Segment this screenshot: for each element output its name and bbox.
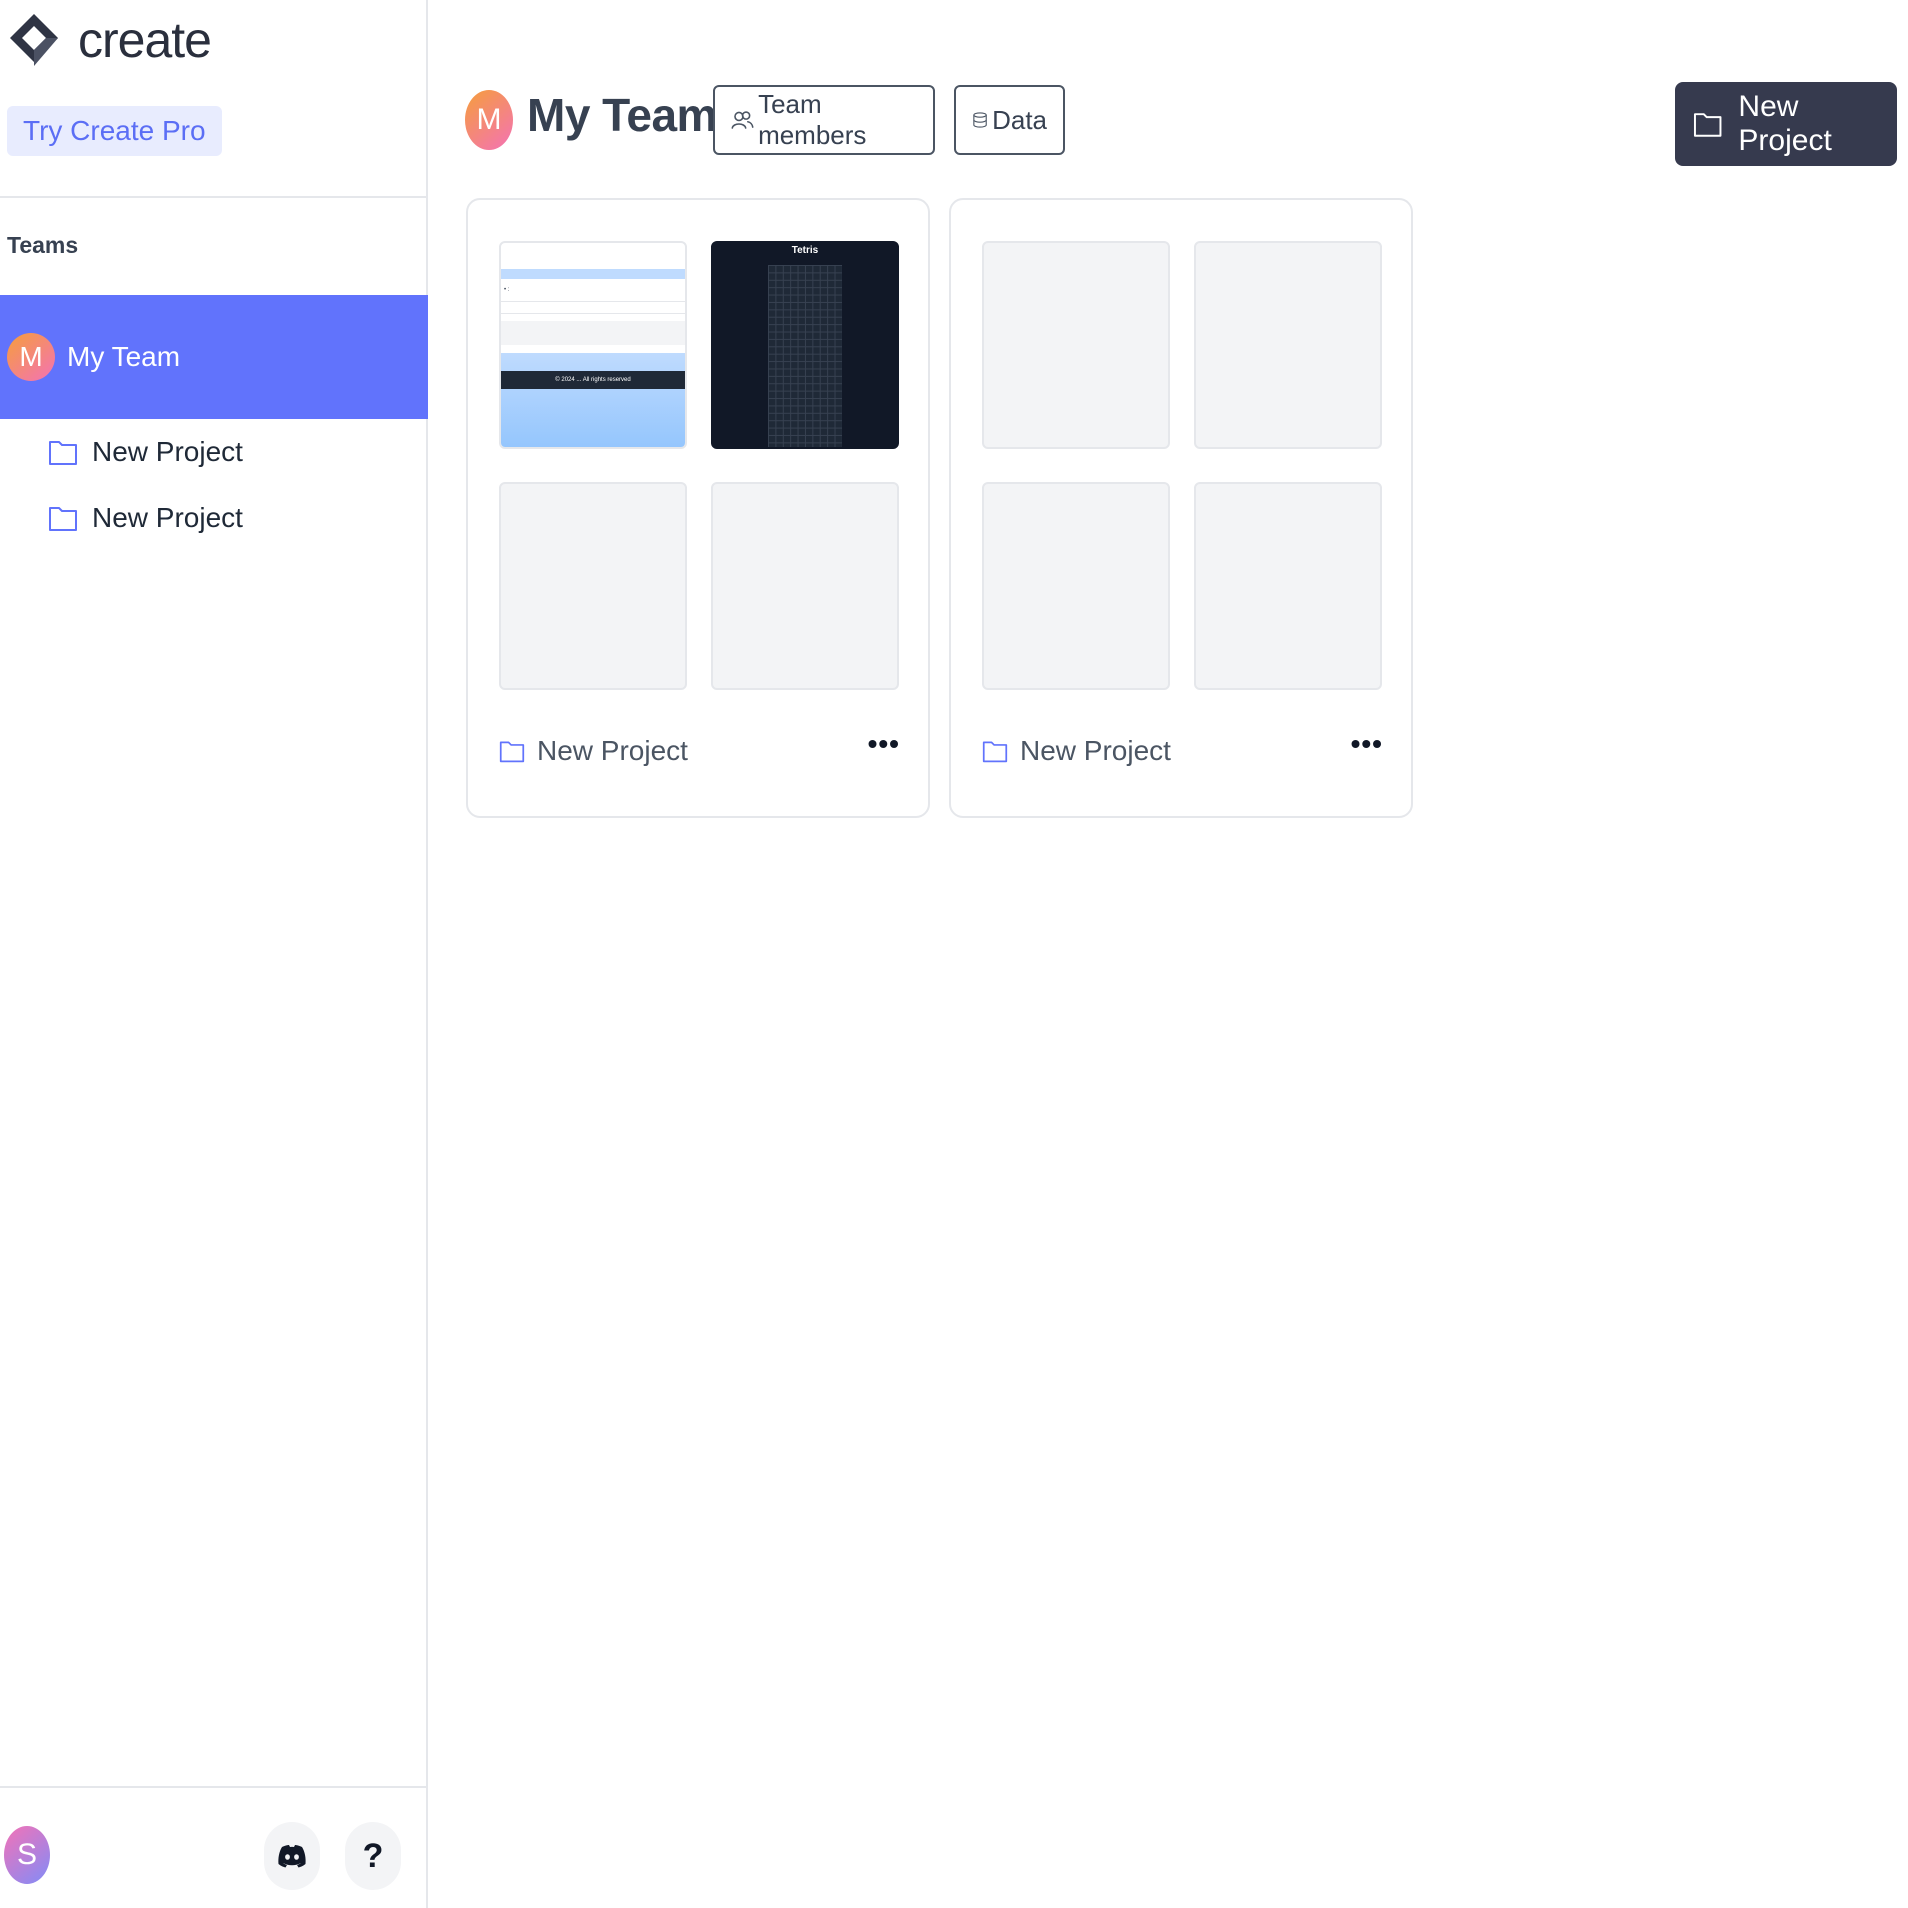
sidebar-item-my-team[interactable]: M My Team	[0, 295, 428, 419]
new-project-button[interactable]: New Project	[1675, 82, 1897, 166]
logo-icon	[10, 14, 58, 66]
preview-title: Tetris	[791, 245, 819, 256]
sidebar-project-item[interactable]: New Project	[48, 432, 243, 472]
brand-logo[interactable]: create	[6, 10, 212, 70]
team-avatar: M	[7, 333, 55, 381]
project-card[interactable]: New Project •••	[949, 198, 1413, 818]
discord-icon	[278, 1845, 306, 1868]
sidebar-project-label: New Project	[92, 502, 243, 533]
preview-section	[501, 321, 685, 345]
team-members-button[interactable]: Team members	[713, 85, 935, 155]
card-footer: New Project •••	[499, 730, 900, 768]
folder-icon	[982, 741, 1008, 763]
try-pro-button[interactable]: Try Create Pro	[7, 106, 222, 156]
sidebar-project-item[interactable]: New Project	[48, 498, 243, 538]
page-title: My Team	[527, 89, 717, 141]
project-preview-placeholder	[982, 482, 1170, 690]
project-preview-placeholder	[982, 241, 1170, 449]
project-preview-tetris[interactable]: Tetris	[711, 241, 899, 449]
team-members-label: Team members	[758, 89, 867, 150]
project-preview-placeholder	[1194, 482, 1382, 690]
user-avatar[interactable]: S	[4, 1826, 50, 1884]
database-icon	[973, 112, 987, 128]
more-icon[interactable]: •••	[1351, 730, 1383, 768]
data-button[interactable]: Data	[954, 85, 1065, 155]
preview-text: • :	[504, 287, 510, 293]
team-label: My Team	[67, 341, 181, 372]
preview-hero	[501, 353, 685, 447]
project-preview-website[interactable]: • : © 2024 ... All rights reserved	[499, 241, 687, 449]
project-preview-placeholder	[499, 482, 687, 690]
project-preview-placeholder	[1194, 241, 1382, 449]
header-team-avatar: M	[465, 90, 513, 150]
sidebar-footer-divider	[0, 1786, 428, 1788]
preview-footer: © 2024 ... All rights reserved	[501, 371, 685, 389]
project-card[interactable]: • : © 2024 ... All rights reserved Tetri…	[466, 198, 930, 818]
more-icon[interactable]: •••	[868, 730, 900, 768]
preview-divider	[501, 301, 685, 302]
folder-icon	[1693, 113, 1722, 137]
project-name[interactable]: New Project	[537, 735, 688, 767]
new-project-label: New Project	[1738, 90, 1832, 157]
discord-button[interactable]	[264, 1822, 320, 1890]
folder-icon	[49, 441, 77, 465]
data-label: Data	[992, 104, 1047, 135]
sidebar: create Try Create Pro Teams M My Team Ne…	[0, 0, 428, 1908]
card-footer: New Project •••	[982, 730, 1383, 768]
preview-nav-bar	[501, 269, 685, 279]
brand-name: create	[78, 12, 212, 68]
folder-icon	[49, 507, 77, 531]
help-button[interactable]: ?	[345, 1822, 401, 1890]
sidebar-divider	[0, 196, 428, 198]
users-icon	[731, 111, 754, 129]
preview-divider	[501, 313, 685, 314]
project-preview-placeholder	[711, 482, 899, 690]
sidebar-project-label: New Project	[92, 436, 243, 467]
tetris-grid	[768, 265, 842, 447]
teams-heading: Teams	[7, 232, 79, 258]
folder-icon	[499, 741, 525, 763]
project-name[interactable]: New Project	[1020, 735, 1171, 767]
